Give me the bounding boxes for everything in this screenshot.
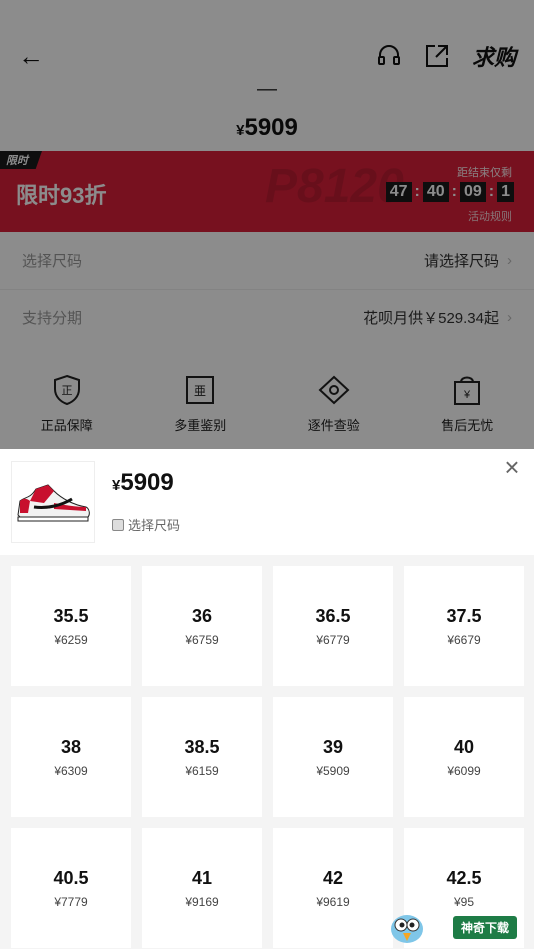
bird-logo-icon [391,915,423,943]
size-option[interactable]: 40.5 ¥7779 [11,828,131,948]
product-thumbnail [11,461,95,543]
size-option[interactable]: 35.5 ¥6259 [11,566,131,686]
selected-size-label: 选择尺码 [112,515,180,534]
watermark-text: 神奇下载 [453,915,518,939]
size-option[interactable]: 39 ¥5909 [273,697,393,817]
sheet-header: ¥5909 选择尺码 × [0,449,534,555]
size-option[interactable]: 41 ¥9169 [142,828,262,948]
dim-overlay[interactable] [0,0,534,449]
sneaker-icon [17,484,90,522]
size-icon [112,518,124,531]
size-option[interactable]: 36 ¥6759 [142,566,262,686]
size-option[interactable]: 42 ¥9619 [273,828,393,948]
size-grid: 35.5 ¥6259 36 ¥6759 36.5 ¥6779 37.5 ¥6679 38… [11,566,524,948]
watermark-logo: 神奇下载 [385,905,534,949]
size-option[interactable]: 38 ¥6309 [11,697,131,817]
size-option[interactable]: 36.5 ¥6779 [273,566,393,686]
size-option[interactable]: 38.5 ¥6159 [142,697,262,817]
size-option[interactable]: 40 ¥6099 [404,697,524,817]
size-option[interactable]: 37.5 ¥6679 [404,566,524,686]
sheet-price: ¥5909 [112,469,174,496]
size-picker-sheet: ¥5909 选择尺码 × 35.5 ¥6259 36 ¥6759 36.5 ¥6779… [0,449,534,949]
close-icon[interactable]: × [500,454,524,480]
